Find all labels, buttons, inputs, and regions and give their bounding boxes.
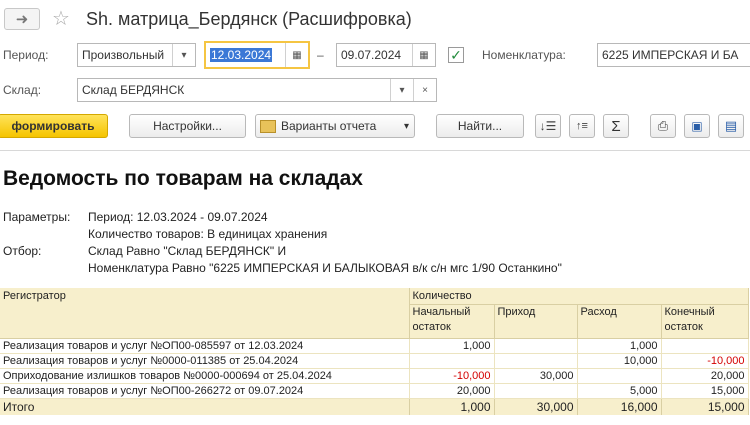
row-in bbox=[494, 353, 578, 369]
table-row[interactable]: Реализация товаров и услуг №ОП00-085597 … bbox=[0, 338, 749, 354]
warehouse-label: Склад: bbox=[3, 83, 42, 97]
total-row: Итого 1,000 30,000 16,000 15,000 bbox=[0, 398, 749, 415]
total-end: 15,000 bbox=[661, 398, 749, 415]
header-income: Приход bbox=[494, 304, 578, 339]
date-to-field[interactable]: 09.07.2024 ▦ bbox=[336, 43, 436, 67]
row-out bbox=[577, 368, 662, 384]
row-end bbox=[661, 338, 749, 354]
row-in: 30,000 bbox=[494, 368, 578, 384]
window-title: Sh. матрица_Бердянск (Расшифровка) bbox=[86, 9, 412, 29]
nomenclature-label: Номенклатура: bbox=[482, 48, 566, 62]
generate-label: формировать bbox=[11, 119, 95, 133]
date-from-field[interactable]: 12.03.2024 ▦ bbox=[204, 41, 310, 69]
param-units: Количество товаров: В единицах хранения bbox=[88, 227, 328, 241]
printer-icon: ⎙ bbox=[657, 118, 669, 133]
row-start: 20,000 bbox=[409, 383, 495, 399]
row-start: -10,000 bbox=[409, 368, 495, 384]
folder-icon bbox=[260, 119, 276, 133]
date-dash: – bbox=[317, 48, 324, 62]
row-start bbox=[409, 353, 495, 369]
warehouse-value: Склад БЕРДЯНСК bbox=[82, 83, 185, 97]
calendar-icon[interactable]: ▦ bbox=[285, 43, 308, 67]
sigma-icon: Σ bbox=[611, 117, 621, 135]
find-label: Найти... bbox=[457, 119, 503, 133]
report-table: Регистратор Количество Начальный остаток… bbox=[0, 288, 749, 415]
favorite-star-icon[interactable]: ☆ bbox=[52, 7, 70, 31]
clear-icon[interactable]: × bbox=[413, 79, 436, 101]
row-out: 5,000 bbox=[577, 383, 662, 399]
sort-list-button[interactable]: ↑≡ bbox=[569, 114, 595, 138]
sort-descending-button[interactable]: ↓☰ bbox=[535, 114, 561, 138]
print-preview-icon: ▣ bbox=[691, 119, 703, 133]
settings-button[interactable]: Настройки... bbox=[129, 114, 246, 138]
row-end: 15,000 bbox=[661, 383, 749, 399]
period-label: Период: bbox=[3, 48, 49, 62]
filter-line-2: Номенклатура Равно "6225 ИМПЕРСКАЯ И БАЛ… bbox=[88, 261, 562, 275]
find-button[interactable]: Найти... bbox=[436, 114, 524, 138]
row-out: 10,000 bbox=[577, 353, 662, 369]
filter-line-1: Склад Равно "Склад БЕРДЯНСК" И bbox=[88, 244, 287, 258]
row-document[interactable]: Реализация товаров и услуг №ОП00-266272 … bbox=[0, 383, 410, 399]
date-to-value: 09.07.2024 bbox=[341, 48, 402, 62]
row-out: 1,000 bbox=[577, 338, 662, 354]
nomenclature-checkbox[interactable]: ✓ bbox=[448, 47, 464, 63]
header-registrar: Регистратор bbox=[0, 288, 410, 339]
forward-button[interactable]: ➜ bbox=[4, 8, 40, 30]
chevron-down-icon[interactable]: ▾ bbox=[172, 44, 195, 66]
table-row[interactable]: Реализация товаров и услуг №ОП00-266272 … bbox=[0, 383, 749, 399]
header-end-balance: Конечный остаток bbox=[661, 304, 749, 339]
period-type-select[interactable]: Произвольный ▾ bbox=[77, 43, 196, 67]
nomenclature-value: 6225 ИМПЕРСКАЯ И БА bbox=[602, 48, 739, 62]
row-in bbox=[494, 383, 578, 399]
calendar-icon[interactable]: ▦ bbox=[412, 44, 435, 66]
total-start: 1,000 bbox=[409, 398, 495, 415]
arrow-right-icon: ➜ bbox=[15, 11, 29, 28]
date-from-value: 12.03.2024 bbox=[210, 48, 273, 62]
row-end: -10,000 bbox=[661, 353, 749, 369]
total-in: 30,000 bbox=[494, 398, 578, 415]
row-end: 20,000 bbox=[661, 368, 749, 384]
table-row[interactable]: Оприходование излишков товаров №0000-000… bbox=[0, 368, 749, 384]
separator bbox=[0, 150, 750, 151]
period-type-value: Произвольный bbox=[82, 48, 165, 62]
total-out: 16,000 bbox=[577, 398, 662, 415]
row-document[interactable]: Реализация товаров и услуг №ОП00-085597 … bbox=[0, 338, 410, 354]
filter-label: Отбор: bbox=[3, 244, 42, 258]
sum-button[interactable]: Σ bbox=[603, 114, 629, 138]
header-expense: Расход bbox=[577, 304, 662, 339]
list-sort-icon: ↑≡ bbox=[576, 120, 588, 132]
header-start-balance: Начальный остаток bbox=[409, 304, 495, 339]
row-document[interactable]: Реализация товаров и услуг №0000-011385 … bbox=[0, 353, 410, 369]
sort-icon: ↓☰ bbox=[539, 119, 557, 133]
row-document[interactable]: Оприходование излишков товаров №0000-000… bbox=[0, 368, 410, 384]
checkmark-icon: ✓ bbox=[450, 46, 462, 63]
report-variants-button[interactable]: Варианты отчета ▾ bbox=[255, 114, 415, 138]
preview-button[interactable]: ▣ bbox=[684, 114, 710, 138]
nomenclature-field[interactable]: 6225 ИМПЕРСКАЯ И БА bbox=[597, 43, 750, 67]
table-row[interactable]: Реализация товаров и услуг №0000-011385 … bbox=[0, 353, 749, 369]
row-start: 1,000 bbox=[409, 338, 495, 354]
save-icon: ▤ bbox=[724, 118, 738, 133]
header-start-text: Начальный остаток bbox=[412, 306, 471, 333]
param-period: Период: 12.03.2024 - 09.07.2024 bbox=[88, 210, 268, 224]
params-label: Параметры: bbox=[3, 210, 71, 224]
print-button[interactable]: ⎙ bbox=[650, 114, 676, 138]
chevron-down-icon: ▾ bbox=[403, 120, 409, 132]
generate-button[interactable]: формировать bbox=[0, 114, 108, 138]
header-end-text: Конечный остаток bbox=[664, 306, 715, 333]
report-title: Ведомость по товарам на складах bbox=[3, 167, 363, 190]
row-in bbox=[494, 338, 578, 354]
chevron-down-icon[interactable]: ▾ bbox=[390, 79, 413, 101]
total-label: Итого bbox=[0, 398, 410, 415]
settings-label: Настройки... bbox=[153, 119, 222, 133]
save-button[interactable]: ▤ bbox=[718, 114, 744, 138]
warehouse-field[interactable]: Склад БЕРДЯНСК ▾ × bbox=[77, 78, 437, 102]
header-quantity: Количество bbox=[409, 288, 749, 305]
variants-label: Варианты отчета bbox=[281, 119, 377, 133]
